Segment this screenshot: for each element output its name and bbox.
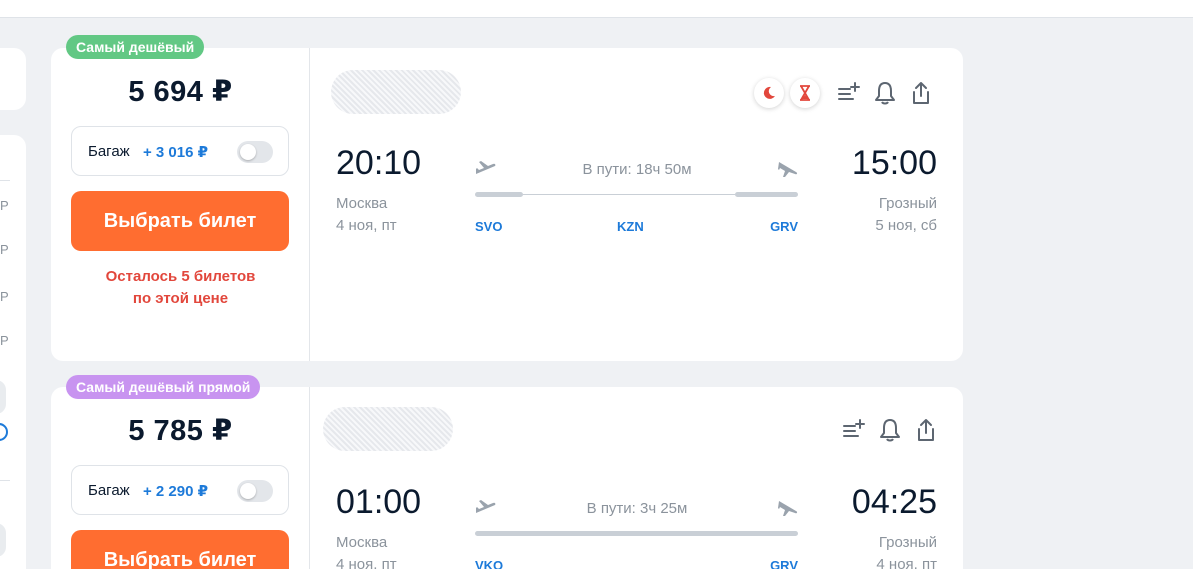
sidebar-divider <box>0 480 10 481</box>
departure-airport-code: VKO <box>475 558 504 569</box>
arrival-time: 04:25 <box>851 483 937 521</box>
route-layover-line <box>523 194 735 195</box>
seats-left-line2: по этой цене <box>132 290 229 307</box>
route-segment <box>735 192 798 197</box>
departure-date: 4 ноя, пт <box>336 217 397 234</box>
share-icon[interactable] <box>908 80 934 106</box>
departure-time: 01:00 <box>336 483 422 521</box>
sidebar-price-currency: Р <box>0 242 9 257</box>
arrival-airport-code: GRV <box>770 558 798 569</box>
sidebar-radio[interactable] <box>0 423 8 441</box>
ticket-price: 5 785 ₽ <box>128 415 233 447</box>
ticket-actions <box>754 78 934 108</box>
ticket-price-panel: 5 785 ₽ Багаж + 2 290 ₽ Выбрать билет <box>51 387 310 569</box>
add-to-list-icon[interactable] <box>836 80 862 106</box>
baggage-price: + 2 290 ₽ <box>143 483 209 500</box>
arrival-time: 15:00 <box>851 144 937 182</box>
buy-ticket-button[interactable]: Выбрать билет <box>71 530 289 569</box>
flight-duration: В пути: 3ч 25м <box>586 500 688 517</box>
cheapest-badge: Самый дешёвый <box>66 35 205 59</box>
add-to-list-icon[interactable] <box>841 417 867 443</box>
takeoff-icon <box>476 500 496 513</box>
sidebar-toggle[interactable] <box>0 523 6 557</box>
night-flight-icon <box>754 78 784 108</box>
baggage-toggle[interactable] <box>237 480 273 502</box>
price-alert-bell-icon[interactable] <box>877 417 903 443</box>
departure-date: 4 ноя, пт <box>336 556 397 569</box>
route-segment <box>475 531 798 536</box>
departure-airport-code: SVO <box>475 219 503 234</box>
baggage-option[interactable]: Багаж + 2 290 ₽ <box>71 465 289 515</box>
sidebar-price-currency: Р <box>0 289 9 304</box>
ticket-actions <box>831 417 939 443</box>
landing-icon <box>778 162 798 177</box>
sidebar-filter-panel: Р Р Р Р <box>0 135 26 569</box>
ticket-price-panel: 5 694 ₽ Багаж + 3 016 ₽ Выбрать билет Ос… <box>51 48 310 361</box>
flight-duration: В пути: 18ч 50м <box>582 161 692 178</box>
long-layover-icon <box>790 78 820 108</box>
departure-time: 20:10 <box>336 144 422 182</box>
baggage-label: Багаж <box>88 482 130 499</box>
takeoff-icon <box>476 161 496 174</box>
departure-city: Москва <box>336 195 388 212</box>
sidebar-price-currency: Р <box>0 198 9 213</box>
top-bar <box>0 0 1193 18</box>
baggage-label: Багаж <box>88 143 130 160</box>
seats-left-warning: Осталось 5 билетов по этой цене <box>51 266 310 310</box>
sidebar-toggle[interactable] <box>0 380 6 414</box>
arrival-airport-code: GRV <box>770 219 798 234</box>
baggage-option[interactable]: Багаж + 3 016 ₽ <box>71 126 289 176</box>
arrival-city: Грозный <box>878 195 937 212</box>
route-segment <box>475 192 523 197</box>
baggage-toggle[interactable] <box>237 141 273 163</box>
ticket-card: 5 694 ₽ Багаж + 3 016 ₽ Выбрать билет Ос… <box>51 48 963 361</box>
sidebar-price-currency: Р <box>0 333 9 348</box>
airline-logo <box>331 70 461 114</box>
landing-icon <box>778 501 798 516</box>
ticket-price: 5 694 ₽ <box>128 76 233 108</box>
layover-airport-code: KZN <box>617 219 644 234</box>
baggage-price: + 3 016 ₽ <box>143 144 209 161</box>
arrival-city: Грозный <box>878 534 937 551</box>
share-icon[interactable] <box>913 417 939 443</box>
sidebar-divider <box>0 180 10 181</box>
price-alert-bell-icon[interactable] <box>872 80 898 106</box>
sidebar-filter-card <box>0 48 26 110</box>
seats-left-line1: Осталось 5 билетов <box>105 268 256 285</box>
cheapest-direct-badge: Самый дешёвый прямой <box>66 375 261 399</box>
ticket-card: 5 785 ₽ Багаж + 2 290 ₽ Выбрать билет 01… <box>51 387 963 569</box>
buy-ticket-button[interactable]: Выбрать билет <box>71 191 289 251</box>
departure-city: Москва <box>336 534 388 551</box>
airline-logo <box>323 407 453 451</box>
